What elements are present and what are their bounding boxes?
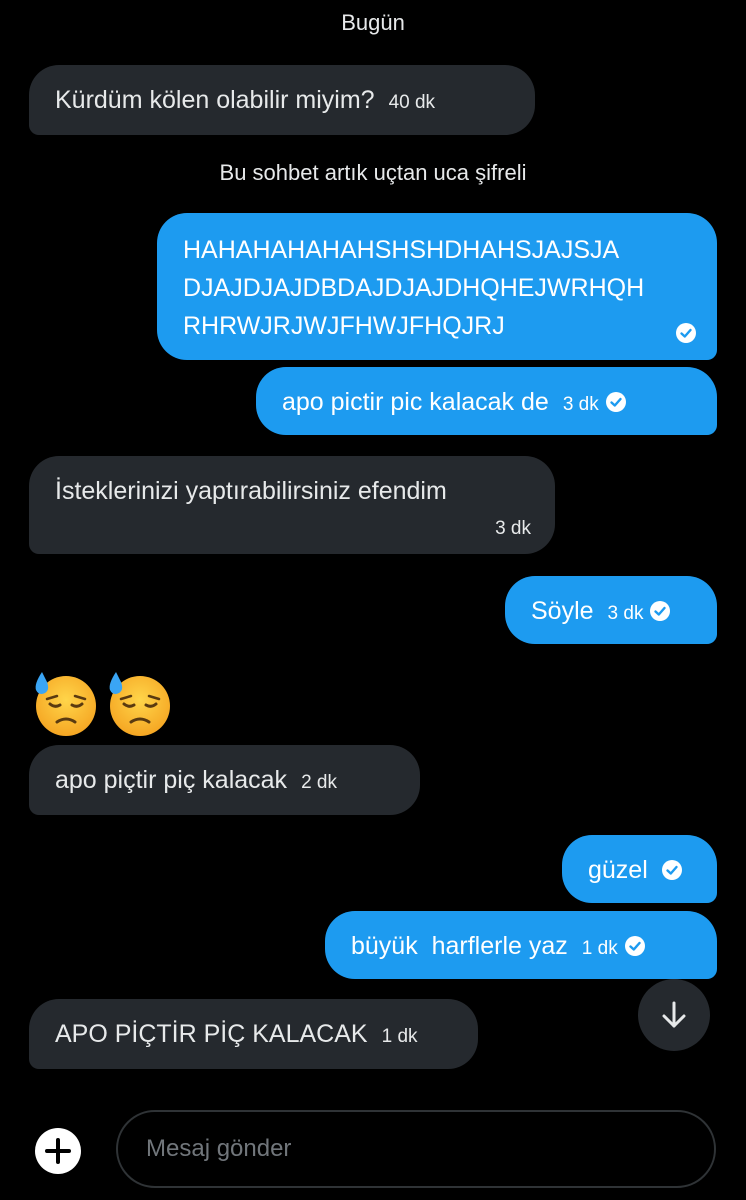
message-time: 3 dk [562,394,599,415]
message-text: APO PİÇTİR PİÇ KALACAK [55,1020,368,1048]
message-text: apo pictir pic kalacak de [282,388,549,416]
message-text: İsteklerinizi yaptırabilirsiniz efendim [55,477,447,505]
read-check-icon [661,860,682,880]
message-text: büyük harflerle yaz [351,932,568,960]
message-time: 1 dk [581,938,618,959]
message-text: Kürdüm kölen olabilir miyim? [55,86,375,114]
message-time: 3 dk [607,603,644,624]
message-text-line: DJAJDJAJDBDAJDJAJDHQHEJWRHQH [183,274,645,302]
message-received[interactable]: apo piçtir piç kalacak 2 dk [29,745,420,815]
message-sent[interactable]: güzel [562,835,717,903]
add-media-icon[interactable] [33,1126,83,1176]
day-separator: Bugün [341,10,405,35]
message-input[interactable]: Mesaj gönder [116,1110,716,1188]
message-text-line: RHRWJRJWJFHWJFHQJRJ [183,312,505,340]
message-sent[interactable]: büyük harflerle yaz 1 dk [325,911,717,979]
read-check-icon [624,936,645,956]
downcast-face-with-sweat-emoji [35,672,96,736]
message-sent[interactable]: Söyle 3 dk [505,576,717,644]
message-received[interactable]: APO PİÇTİR PİÇ KALACAK 1 dk [29,999,478,1069]
message-text: güzel [588,856,648,884]
message-text: apo piçtir piç kalacak [55,766,288,794]
read-check-icon [650,601,671,621]
message-received[interactable]: İsteklerinizi yaptırabilirsiniz efendim … [29,456,555,554]
message-time: 2 dk [301,772,337,793]
scroll-to-bottom-button[interactable] [638,979,710,1051]
message-received[interactable]: Kürdüm kölen olabilir miyim? 40 dk [29,65,535,135]
arrow-down-icon [662,1001,686,1028]
read-check-icon [676,323,696,343]
read-check-icon [605,392,626,412]
message-text-line: HAHAHAHAHAHSHSHDHAHSJAJSJA [183,236,620,264]
message-sent[interactable]: apo pictir pic kalacak de 3 dk [256,367,717,435]
downcast-face-with-sweat-emoji [109,672,170,736]
encryption-notice: Bu sohbet artık uçtan uca şifreli [219,160,527,185]
message-sent[interactable]: HAHAHAHAHAHSHSHDHAHSJAJSJA DJAJDJAJDBDAJ… [157,213,717,360]
message-text: Söyle [531,597,594,625]
message-time: 3 dk [495,518,531,539]
message-time: 40 dk [388,92,436,113]
message-time: 1 dk [381,1026,418,1047]
